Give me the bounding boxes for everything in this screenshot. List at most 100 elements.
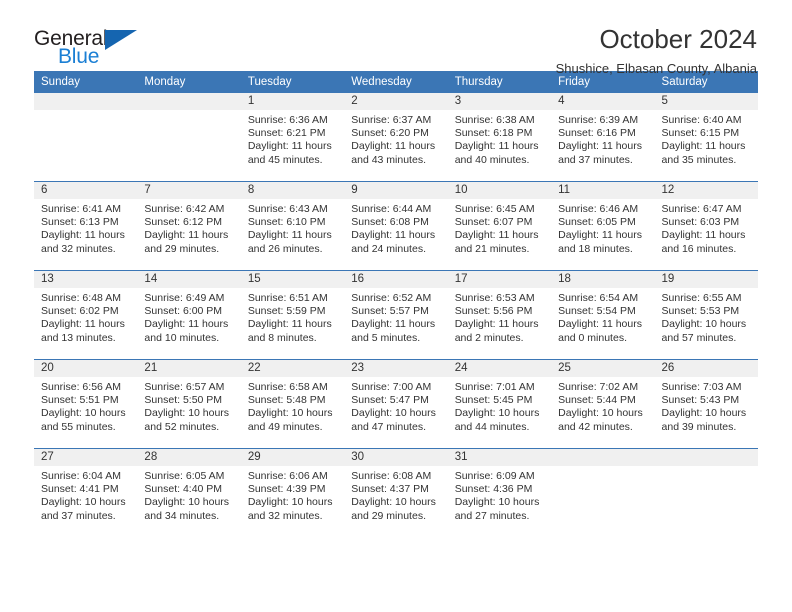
day-cell: 24 Sunrise: 7:01 AM Sunset: 5:45 PM Dayl… bbox=[447, 359, 552, 449]
daylight-text-line2: and 39 minutes. bbox=[661, 420, 737, 433]
sunrise-text: Sunrise: 6:36 AM bbox=[247, 114, 328, 126]
day-number bbox=[137, 93, 241, 110]
day-number: 26 bbox=[654, 360, 758, 377]
sunset-text: Sunset: 4:40 PM bbox=[144, 483, 223, 496]
daylight-text-line2: and 55 minutes. bbox=[41, 420, 116, 433]
daylight-text-line1: Daylight: 11 hours bbox=[247, 229, 332, 242]
day-cell: 23 Sunrise: 7:00 AM Sunset: 5:47 PM Dayl… bbox=[344, 359, 448, 449]
daylight-text-line2: and 52 minutes. bbox=[144, 420, 220, 433]
sunset-text: Sunset: 6:08 PM bbox=[351, 216, 429, 229]
daylight-text-line2: and 44 minutes. bbox=[454, 420, 530, 433]
day-details: Sunrise: 6:54 AM Sunset: 5:54 PM Dayligh… bbox=[551, 288, 654, 345]
day-number: 22 bbox=[240, 360, 345, 377]
sunset-text: Sunset: 6:15 PM bbox=[661, 127, 740, 140]
day-details: Sunrise: 7:01 AM Sunset: 5:45 PM Dayligh… bbox=[448, 377, 551, 434]
daylight-text-line1: Daylight: 10 hours bbox=[144, 496, 230, 509]
daylight-text-line1: Daylight: 10 hours bbox=[661, 318, 747, 331]
day-details: Sunrise: 6:36 AM Sunset: 6:21 PM Dayligh… bbox=[241, 110, 344, 167]
daylight-text-line1: Daylight: 10 hours bbox=[41, 496, 126, 509]
sunrise-text: Sunrise: 6:47 AM bbox=[661, 203, 742, 215]
day-cell bbox=[34, 93, 138, 182]
sunrise-text: Sunrise: 6:37 AM bbox=[351, 114, 432, 126]
day-number: 18 bbox=[551, 271, 655, 288]
daylight-text-line2: and 21 minutes. bbox=[454, 242, 530, 255]
day-number bbox=[34, 93, 138, 110]
daylight-text-line1: Daylight: 10 hours bbox=[454, 407, 540, 420]
day-number: 14 bbox=[137, 271, 241, 288]
calendar-week-row: 27 Sunrise: 6:04 AM Sunset: 4:41 PM Dayl… bbox=[34, 448, 758, 537]
logo-text-blue: Blue bbox=[58, 45, 100, 68]
location-subtitle: Shushice, Elbasan County, Albania bbox=[555, 61, 757, 77]
day-cell: 2 Sunrise: 6:37 AM Sunset: 6:20 PM Dayli… bbox=[344, 93, 448, 182]
daylight-text-line2: and 29 minutes. bbox=[144, 242, 220, 255]
day-number: 23 bbox=[344, 360, 448, 377]
weekday-header-thursday: Thursday bbox=[447, 71, 552, 93]
day-number: 1 bbox=[240, 93, 345, 110]
day-cell: 21 Sunrise: 6:57 AM Sunset: 5:50 PM Dayl… bbox=[137, 359, 241, 449]
sunrise-text: Sunrise: 7:03 AM bbox=[661, 381, 742, 393]
day-details: Sunrise: 6:45 AM Sunset: 6:07 PM Dayligh… bbox=[448, 199, 551, 256]
weekday-header-monday: Monday bbox=[137, 71, 241, 93]
daylight-text-line2: and 40 minutes. bbox=[454, 153, 530, 166]
day-details: Sunrise: 6:08 AM Sunset: 4:37 PM Dayligh… bbox=[344, 466, 447, 523]
day-number: 25 bbox=[551, 360, 655, 377]
daylight-text-line1: Daylight: 11 hours bbox=[247, 140, 332, 153]
sunrise-text: Sunrise: 6:58 AM bbox=[247, 381, 328, 393]
day-cell: 12 Sunrise: 6:47 AM Sunset: 6:03 PM Dayl… bbox=[654, 181, 758, 271]
day-cell: 17 Sunrise: 6:53 AM Sunset: 5:56 PM Dayl… bbox=[447, 270, 552, 360]
day-number: 4 bbox=[551, 93, 655, 110]
sunrise-text: Sunrise: 6:52 AM bbox=[351, 292, 432, 304]
day-details: Sunrise: 6:04 AM Sunset: 4:41 PM Dayligh… bbox=[34, 466, 137, 523]
sunset-text: Sunset: 6:12 PM bbox=[144, 216, 223, 229]
sunset-text: Sunset: 5:48 PM bbox=[247, 394, 326, 407]
daylight-text-line1: Daylight: 10 hours bbox=[247, 407, 333, 420]
sunset-text: Sunset: 6:07 PM bbox=[454, 216, 533, 229]
day-cell: 6 Sunrise: 6:41 AM Sunset: 6:13 PM Dayli… bbox=[34, 181, 138, 271]
daylight-text-line1: Daylight: 10 hours bbox=[41, 407, 126, 420]
day-number: 7 bbox=[137, 182, 241, 199]
sunset-text: Sunset: 4:36 PM bbox=[454, 483, 533, 496]
sunset-text: Sunset: 6:10 PM bbox=[247, 216, 326, 229]
daylight-text-line1: Daylight: 11 hours bbox=[41, 318, 125, 331]
daylight-text-line1: Daylight: 11 hours bbox=[247, 318, 332, 331]
page-header: General Blue October 2024 Shushice, Elba… bbox=[34, 0, 758, 76]
sunset-text: Sunset: 6:21 PM bbox=[247, 127, 326, 140]
daylight-text-line2: and 13 minutes. bbox=[41, 331, 116, 344]
day-details: Sunrise: 7:03 AM Sunset: 5:43 PM Dayligh… bbox=[655, 377, 758, 434]
daylight-text-line1: Daylight: 11 hours bbox=[351, 229, 436, 242]
general-blue-logo: General Blue bbox=[34, 26, 154, 72]
sunrise-sunset-calendar: Sunday Monday Tuesday Wednesday Thursday… bbox=[34, 71, 758, 537]
daylight-text-line2: and 45 minutes. bbox=[247, 153, 323, 166]
daylight-text-line2: and 49 minutes. bbox=[247, 420, 323, 433]
day-cell: 18 Sunrise: 6:54 AM Sunset: 5:54 PM Dayl… bbox=[551, 270, 655, 360]
day-number: 9 bbox=[344, 182, 448, 199]
day-details: Sunrise: 6:41 AM Sunset: 6:13 PM Dayligh… bbox=[34, 199, 137, 256]
day-number bbox=[551, 449, 655, 466]
day-details: Sunrise: 6:51 AM Sunset: 5:59 PM Dayligh… bbox=[241, 288, 344, 345]
daylight-text-line1: Daylight: 10 hours bbox=[454, 496, 540, 509]
sunset-text: Sunset: 5:59 PM bbox=[247, 305, 326, 318]
daylight-text-line1: Daylight: 11 hours bbox=[661, 229, 746, 242]
day-number: 28 bbox=[137, 449, 241, 466]
day-number: 27 bbox=[34, 449, 138, 466]
day-number: 5 bbox=[654, 93, 758, 110]
daylight-text-line2: and 35 minutes. bbox=[661, 153, 737, 166]
calendar-week-row: 1 Sunrise: 6:36 AM Sunset: 6:21 PM Dayli… bbox=[34, 93, 758, 182]
day-cell: 22 Sunrise: 6:58 AM Sunset: 5:48 PM Dayl… bbox=[240, 359, 345, 449]
daylight-text-line2: and 16 minutes. bbox=[661, 242, 737, 255]
day-number: 17 bbox=[447, 271, 552, 288]
sunset-text: Sunset: 5:50 PM bbox=[144, 394, 223, 407]
day-number: 12 bbox=[654, 182, 758, 199]
day-details: Sunrise: 6:37 AM Sunset: 6:20 PM Dayligh… bbox=[344, 110, 447, 167]
sunset-text: Sunset: 6:13 PM bbox=[41, 216, 119, 229]
daylight-text-line2: and 43 minutes. bbox=[351, 153, 426, 166]
daylight-text-line1: Daylight: 10 hours bbox=[144, 407, 230, 420]
sunset-text: Sunset: 6:03 PM bbox=[661, 216, 740, 229]
sunset-text: Sunset: 6:00 PM bbox=[144, 305, 223, 318]
day-details: Sunrise: 6:06 AM Sunset: 4:39 PM Dayligh… bbox=[241, 466, 344, 523]
sunrise-text: Sunrise: 6:04 AM bbox=[41, 470, 121, 482]
calendar-body: 1 Sunrise: 6:36 AM Sunset: 6:21 PM Dayli… bbox=[34, 93, 758, 537]
daylight-text-line1: Daylight: 10 hours bbox=[351, 407, 436, 420]
sunrise-text: Sunrise: 7:01 AM bbox=[454, 381, 535, 393]
day-number: 11 bbox=[551, 182, 655, 199]
